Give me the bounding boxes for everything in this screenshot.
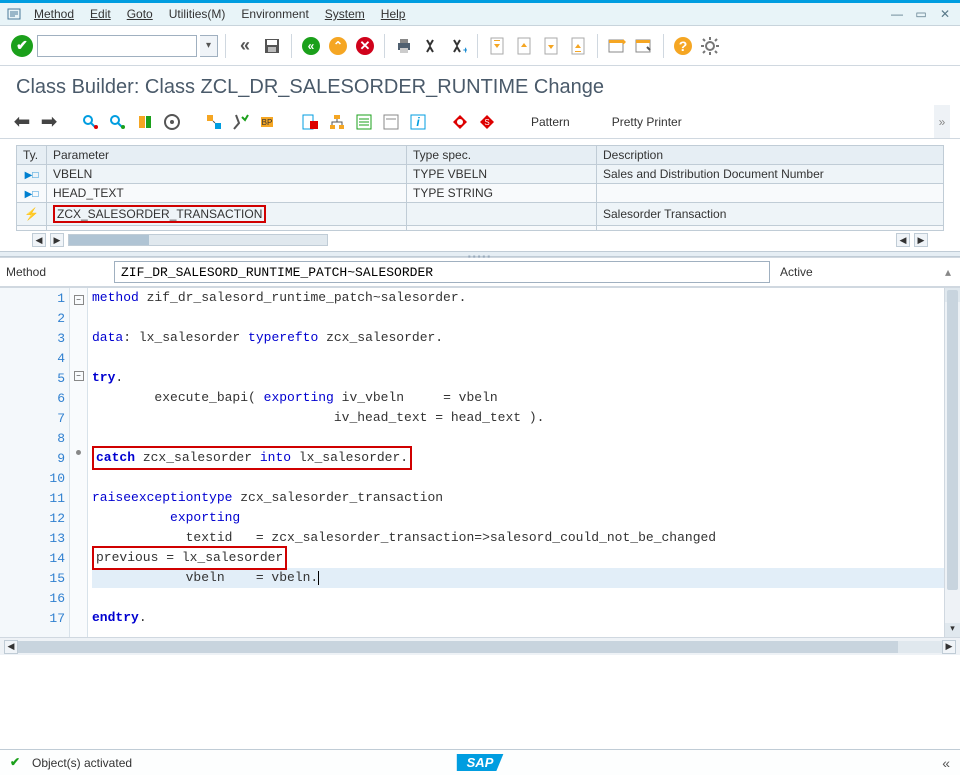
col-typespec[interactable]: Type spec. [407,146,597,165]
table-row[interactable]: ⚡ ZCX_SALESORDER_TRANSACTION Salesorder … [17,203,944,226]
shortcut-icon[interactable] [632,34,656,58]
editor-hscroll-track[interactable] [18,641,942,653]
list-icon[interactable] [352,110,376,134]
svg-text:S: S [484,118,489,127]
where-used-icon[interactable] [202,110,226,134]
hscroll-left2[interactable]: ◀ [896,233,910,247]
svg-text:?: ? [679,38,688,54]
col-description[interactable]: Description [597,146,944,165]
col-parameter[interactable]: Parameter [47,146,407,165]
other-object-icon[interactable] [379,110,403,134]
breakpoint-icon[interactable]: BP [256,110,280,134]
splitter[interactable]: ▪▪▪▪▪ [0,251,960,257]
bp-session-icon[interactable]: S [475,110,499,134]
minimize-button[interactable]: — [888,6,906,22]
nav-back-icon[interactable]: ⬅ [10,110,34,134]
maximize-button[interactable]: ▭ [912,6,930,22]
import-icon: ▶□ [25,170,39,181]
page-last-icon[interactable] [566,34,590,58]
editor-hscroll-left[interactable]: ◀ [4,640,18,654]
find-next-icon[interactable]: + [446,34,470,58]
info-icon[interactable]: i [406,110,430,134]
menu-goto[interactable]: Goto [119,4,161,24]
svg-text:⌃: ⌃ [333,39,343,53]
display-object-icon[interactable] [79,110,103,134]
page-down-icon[interactable] [539,34,563,58]
method-name-field[interactable] [114,261,770,283]
find-icon[interactable] [419,34,443,58]
method-status: Active [770,265,940,279]
line-gutter[interactable]: 123 456 789 101112 131415 1617 [0,288,70,637]
hscroll-right[interactable]: ▶ [50,233,64,247]
activate-icon[interactable] [133,110,157,134]
menu-environment[interactable]: Environment [233,4,316,24]
cancel-icon[interactable]: ✕ [353,34,377,58]
print-icon[interactable] [392,34,416,58]
svg-text:i: i [416,115,420,129]
back-icon[interactable]: « [299,34,323,58]
hierarchy-icon[interactable] [325,110,349,134]
col-ty[interactable]: Ty. [17,146,47,165]
exception-icon: ⚡ [24,207,39,221]
menu-utilities[interactable]: Utilities(M) [161,4,234,24]
page-title: Class Builder: Class ZCL_DR_SALESORDER_R… [0,66,960,105]
insert-icon[interactable] [298,110,322,134]
table-row[interactable]: ▶□ VBELN TYPE VBELN Sales and Distributi… [17,165,944,184]
nav-forward-icon[interactable]: ➡ [37,110,61,134]
table-row[interactable]: ▶□ HEAD_TEXT TYPE STRING [17,184,944,203]
toolbar-overflow[interactable]: » [934,105,950,138]
menu-edit[interactable]: Edit [82,4,119,24]
sap-logo: SAP [457,754,504,771]
settings-icon[interactable] [698,34,722,58]
status-collapse-icon[interactable]: « [942,755,950,771]
command-field[interactable] [37,35,197,57]
test-icon[interactable] [160,110,184,134]
svg-text:«: « [308,39,315,53]
status-ok-icon: ✔ [10,755,26,771]
save-icon[interactable] [260,34,284,58]
fold-column[interactable]: − − [70,288,88,637]
table-row [17,226,944,231]
menu-system[interactable]: System [317,4,373,24]
parameters-table: Ty. Parameter Type spec. Description ▶□ … [16,145,944,231]
import-icon: ▶□ [25,189,39,200]
exit-icon[interactable]: ⌃ [326,34,350,58]
svg-text:BP: BP [262,118,273,127]
pretty-printer-button[interactable]: Pretty Printer [602,112,692,132]
catch-highlight: catch zcx_salesorder into lx_salesorder. [92,446,412,470]
app-menu-icon[interactable] [6,6,22,22]
command-dropdown[interactable]: ▾ [200,35,218,57]
pattern-button[interactable]: Pattern [521,112,580,132]
hscroll-right2[interactable]: ▶ [914,233,928,247]
close-button[interactable]: ✕ [936,6,954,22]
new-session-icon[interactable] [605,34,629,58]
svg-text:✕: ✕ [360,38,371,53]
method-label: Method [4,265,114,279]
menu-help[interactable]: Help [373,4,414,24]
editor-hscroll-right[interactable]: ▶ [942,640,956,654]
hscroll-left[interactable]: ◀ [32,233,46,247]
page-first-icon[interactable] [485,34,509,58]
svg-text:+: + [463,45,467,55]
status-message: Object(s) activated [32,756,132,770]
page-up-icon[interactable] [512,34,536,58]
syntax-check-icon[interactable] [229,110,253,134]
enter-button[interactable]: ✔ [10,34,34,58]
menu-method[interactable]: Method [26,4,82,24]
check-syntax-icon[interactable] [106,110,130,134]
editor-vscroll[interactable]: ▴ ▾ [944,288,960,637]
hscroll-track[interactable] [68,234,328,246]
code-editor[interactable]: method zif_dr_salesord_runtime_patch~sal… [88,288,944,637]
previous-highlight: previous = lx_salesorder [92,546,287,570]
exception-class-highlight: ZCX_SALESORDER_TRANSACTION [53,205,266,223]
back-double-icon[interactable]: « [233,34,257,58]
bp-set-icon[interactable] [448,110,472,134]
help-icon[interactable]: ? [671,34,695,58]
